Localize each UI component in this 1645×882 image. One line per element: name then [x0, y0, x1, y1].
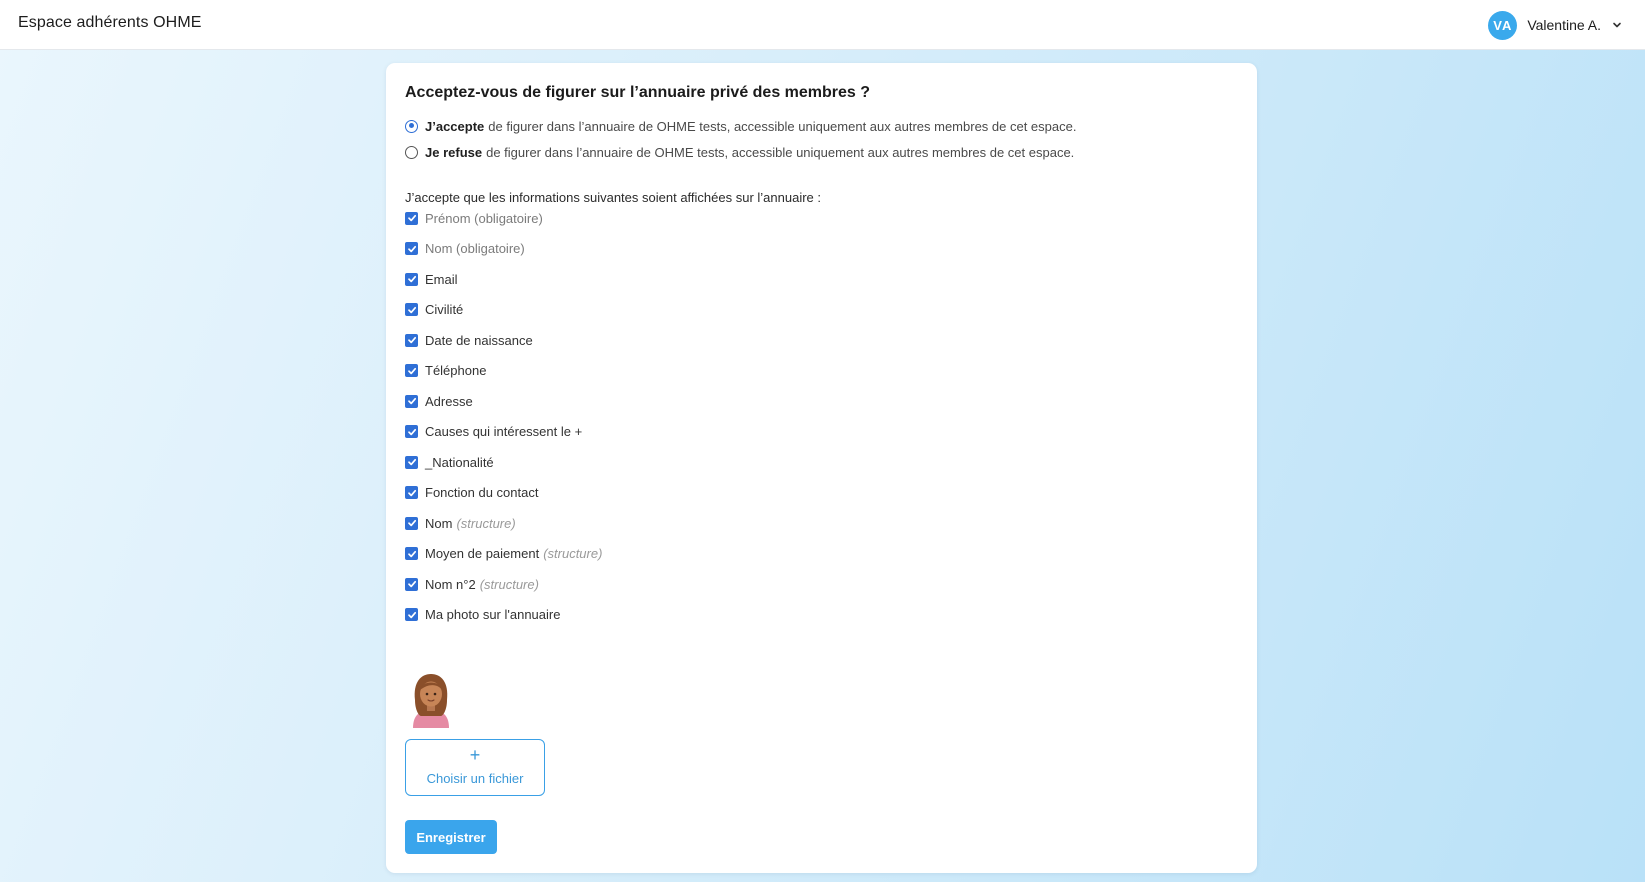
checkbox[interactable] [405, 547, 418, 560]
profile-photo [413, 674, 449, 728]
radio-refuse-text: de figurer dans l’annuaire de OHME tests… [486, 144, 1075, 160]
checkmark-icon [407, 550, 416, 557]
checkmark-icon [407, 214, 416, 222]
field-checkbox-row[interactable]: Adresse [405, 392, 473, 410]
field-checkbox-row[interactable]: Nom (obligatoire) [405, 240, 525, 258]
checkbox[interactable] [405, 516, 418, 530]
radio-accept-text: de figurer dans l’annuaire de OHME tests… [488, 118, 1077, 134]
user-name: Valentine A. [1527, 17, 1601, 33]
choose-file-button[interactable]: + Choisir un fichier [405, 739, 545, 796]
checkmark-icon [407, 306, 416, 313]
field-hint: (structure) [543, 546, 603, 561]
checkbox[interactable] [405, 394, 418, 408]
field-checkbox-row[interactable]: Moyen de paiement (structure) [405, 545, 602, 563]
field-label: Civilité [425, 302, 464, 317]
field-label: Prénom (obligatoire) [425, 210, 543, 226]
field-checkbox-row[interactable]: Date de naissance [405, 331, 533, 349]
field-label: Fonction du contact [425, 485, 539, 500]
field-checkbox-row[interactable]: Fonction du contact [405, 484, 538, 502]
save-button[interactable]: Enregistrer [405, 820, 497, 854]
top-bar: Espace adhérents OHME VA Valentine A. [0, 0, 1645, 50]
field-checkbox-row[interactable]: Causes qui intéressent le + [405, 423, 582, 441]
field-label: Email [425, 271, 458, 287]
field-checkbox-row[interactable]: Nom (structure) [405, 514, 516, 532]
field-label: Moyen de paiement [425, 546, 540, 561]
choose-file-label: Choisir un fichier [426, 771, 524, 786]
app-title: Espace adhérents OHME [18, 14, 202, 31]
directory-consent-card: Acceptez-vous de figurer sur l’annuaire … [386, 63, 1257, 873]
field-checkbox-row[interactable]: _Nationalité [405, 453, 494, 471]
plus-icon: + [469, 745, 481, 765]
field-checkbox-row[interactable]: Ma photo sur l'annuaire [405, 606, 560, 624]
checkbox[interactable] [405, 272, 418, 286]
field-checkbox-row[interactable]: Prénom (obligatoire) [405, 209, 543, 227]
field-label: Adresse [425, 393, 473, 409]
checkbox[interactable] [405, 303, 418, 316]
field-checkbox-row[interactable]: Email [405, 270, 458, 288]
checkmark-icon [407, 519, 416, 527]
field-label: _Nationalité [425, 454, 494, 470]
field-label: Nom (obligatoire) [425, 241, 525, 256]
field-label: Téléphone [425, 363, 487, 378]
checkbox[interactable] [405, 486, 418, 499]
checkbox[interactable] [405, 364, 418, 377]
radio-refuse[interactable]: Je refuse de figurer dans l’annuaire de … [405, 143, 1074, 161]
checkmark-icon [407, 428, 416, 435]
checkmark-icon [407, 611, 416, 618]
checkbox[interactable] [405, 425, 418, 438]
radio-accept-button[interactable] [405, 119, 418, 133]
checkbox[interactable] [405, 608, 418, 621]
field-label: Causes qui intéressent le + [425, 424, 583, 439]
checkmark-icon [407, 397, 416, 405]
field-label: Ma photo sur l'annuaire [425, 607, 561, 622]
field-checkbox-row[interactable]: Téléphone [405, 362, 486, 380]
checkbox[interactable] [405, 577, 418, 591]
field-label: Nom n°2 [425, 576, 476, 592]
checkbox[interactable] [405, 455, 418, 469]
field-hint: (structure) [479, 576, 539, 592]
radio-refuse-bold: Je refuse [425, 144, 483, 160]
checkmark-icon [407, 458, 416, 466]
field-label: Nom [425, 515, 453, 531]
chevron-down-icon [1613, 22, 1621, 28]
card-title: Acceptez-vous de figurer sur l’annuaire … [405, 84, 871, 101]
checkbox[interactable] [405, 333, 418, 347]
radio-accept[interactable]: J’accepte de figurer dans l’annuaire de … [405, 117, 1076, 135]
field-hint: (structure) [456, 515, 516, 531]
checkmark-icon [407, 275, 416, 283]
radio-accept-bold: J’accepte [425, 118, 485, 134]
checkbox[interactable] [405, 242, 418, 255]
checkmark-icon [407, 580, 416, 588]
checkmark-icon [407, 245, 416, 252]
checkmark-icon [407, 489, 416, 496]
field-checkbox-row[interactable]: Nom n°2 (structure) [405, 575, 539, 593]
radio-refuse-button[interactable] [405, 145, 418, 159]
field-label: Date de naissance [425, 332, 533, 348]
avatar: VA [1488, 10, 1518, 40]
checkmark-icon [407, 336, 416, 344]
checkbox[interactable] [405, 211, 418, 225]
checkmark-icon [407, 367, 416, 374]
fields-intro: J’accepte que les informations suivantes… [405, 190, 821, 205]
user-menu[interactable]: VA Valentine A. [1488, 10, 1623, 40]
field-checkbox-row[interactable]: Civilité [405, 301, 463, 319]
